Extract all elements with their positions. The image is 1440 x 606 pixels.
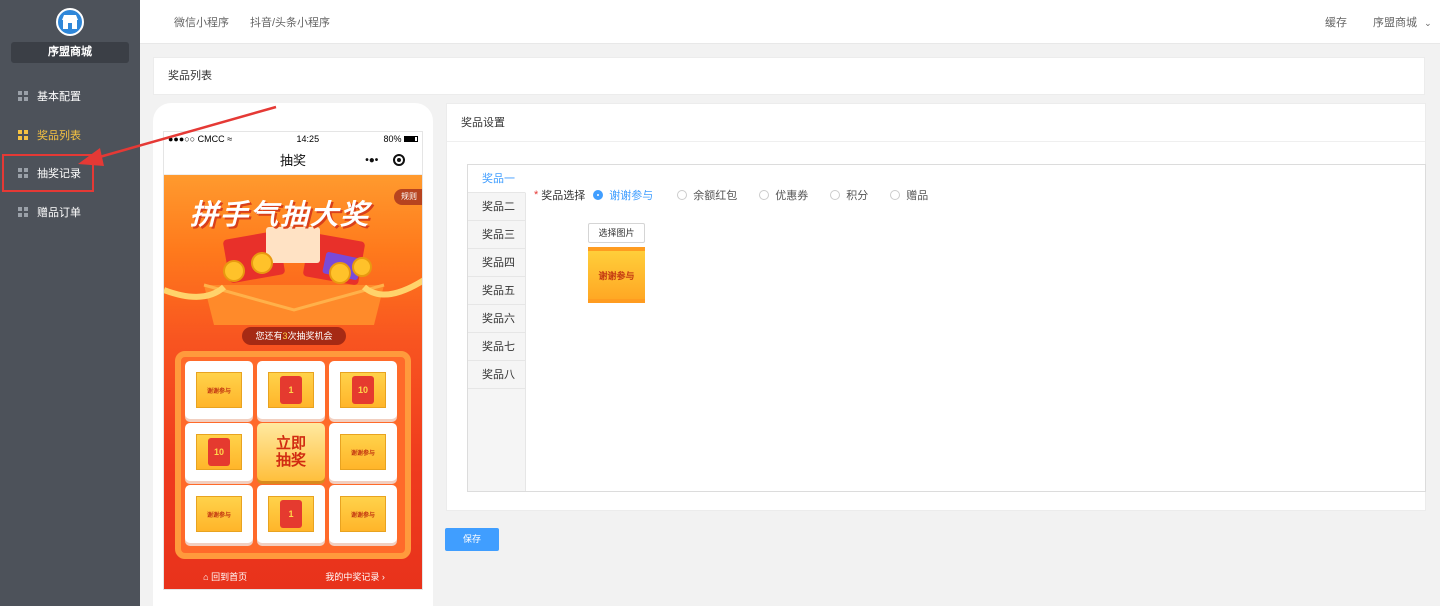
radio-coupon[interactable]: 优惠券 (759, 187, 808, 203)
lottery-grid: 谢谢参与 1 10 10 立即 抽奖 谢谢参与 谢谢参与 1 谢谢参与 (175, 351, 411, 559)
select-image-button[interactable]: 选择图片 (588, 223, 645, 243)
grid-icon (18, 168, 28, 178)
logo-area: 序盟商城 (0, 0, 140, 70)
chance-count: 您还有3次抽奖机会 (242, 327, 346, 345)
grid-icon (18, 206, 28, 217)
draw-now-button[interactable]: 立即 抽奖 (257, 423, 325, 481)
sidebar-menu: 基本配置 奖品列表 抽奖记录 赠品订单 (0, 76, 140, 231)
hero-title: 拼手气抽大奖 (190, 199, 371, 230)
radio-thanks[interactable]: 谢谢参与 (593, 187, 653, 203)
prize-thanks: 谢谢参与 (196, 372, 242, 408)
sidebar-item-draw-records[interactable]: 抽奖记录 (2, 154, 94, 192)
grid-icon (18, 129, 28, 140)
tab-prize-3[interactable]: 奖品三 (468, 221, 525, 249)
page-title: 奖品列表 (153, 57, 1425, 95)
grid-cell-redpack: 10 (185, 423, 253, 481)
tab-prize-2[interactable]: 奖品二 (468, 193, 525, 221)
prize-tabs: 奖品一 奖品二 奖品三 奖品四 奖品五 奖品六 奖品七 奖品八 (468, 165, 526, 491)
sidebar-item-label: 抽奖记录 (37, 168, 81, 180)
prize-redpack: 1 (268, 496, 314, 532)
prize-redpack: 1 (268, 372, 314, 408)
tab-wechat-miniprogram[interactable]: 微信小程序 (174, 14, 229, 30)
grid-cell-thanks: 谢谢参与 (185, 361, 253, 419)
radio-points[interactable]: 积分 (830, 187, 868, 203)
store-logo-icon (56, 8, 84, 36)
redpack-icon: 1 (280, 376, 302, 404)
grid-cell-redpack: 10 (329, 361, 397, 419)
chevron-down-icon: ⌄ (1424, 18, 1432, 28)
store-dropdown-label: 序盟商城 (1373, 17, 1417, 29)
field-label: 奖品选择 (541, 190, 586, 202)
redpack-icon: 10 (352, 376, 374, 404)
phone-nav-bar: 抽奖 •●• (164, 145, 422, 175)
tab-prize-8[interactable]: 奖品八 (468, 361, 525, 389)
save-button[interactable]: 保存 (445, 528, 499, 551)
phone-preview: ●●●○○ CMCC ≈ 14:25 80% 抽奖 •●• 拼手气抽大奖 规则 (163, 131, 423, 590)
sidebar-item-label: 奖品列表 (37, 129, 81, 142)
mini-program-capsule[interactable]: •●• (358, 150, 412, 170)
prize-tabs-area: 奖品一 奖品二 奖品三 奖品四 奖品五 奖品六 奖品七 奖品八 * 奖品选择 谢… (467, 164, 1426, 492)
prize-thanks: 谢谢参与 (340, 496, 386, 532)
sidebar-item-gift-orders[interactable]: 赠品订单 (0, 192, 140, 231)
store-dropdown[interactable]: 序盟商城 ⌄ (1373, 14, 1432, 30)
grid-cell-thanks: 谢谢参与 (329, 485, 397, 543)
radio-gift[interactable]: 赠品 (890, 187, 928, 203)
redpack-icon: 1 (280, 500, 302, 528)
my-records-link[interactable]: 我的中奖记录 › (325, 570, 385, 583)
lottery-hero: 拼手气抽大奖 规则 您还有3次抽奖机会 谢谢参与 1 10 10 立即 抽奖 谢谢… (164, 175, 422, 589)
sidebar-item-basic-config[interactable]: 基本配置 (0, 76, 140, 115)
sidebar-item-label: 基本配置 (37, 90, 81, 103)
chevron-right-icon: › (381, 571, 385, 582)
more-dots-icon[interactable]: •●• (365, 155, 378, 166)
tab-prize-6[interactable]: 奖品六 (468, 305, 525, 333)
sidebar-item-prize-list[interactable]: 奖品列表 (0, 115, 140, 154)
tab-prize-5[interactable]: 奖品五 (468, 277, 525, 305)
prize-settings-card: 奖品设置 奖品一 奖品二 奖品三 奖品四 奖品五 奖品六 奖品七 奖品八 * 奖… (446, 103, 1426, 511)
wifi-icon: ≈ (227, 133, 233, 144)
section-title: 奖品设置 (447, 104, 1425, 142)
phone-status-bar: ●●●○○ CMCC ≈ 14:25 80% (164, 132, 422, 145)
phone-footer: ⌂ 回到首页 我的中奖记录 › (164, 565, 422, 587)
phone-nav-title: 抽奖 (279, 153, 306, 168)
tab-douyin-miniprogram[interactable]: 抖音/头条小程序 (250, 14, 330, 30)
rule-button[interactable]: 规则 (394, 189, 422, 205)
battery: 80% (383, 134, 418, 144)
cache-button[interactable]: 缓存 (1325, 14, 1347, 30)
carrier: ●●●○○ CMCC ≈ (168, 133, 233, 144)
sidebar-item-label: 赠品订单 (37, 206, 81, 219)
tab-prize-7[interactable]: 奖品七 (468, 333, 525, 361)
prize-type-row: * 奖品选择 谢谢参与 余额红包 优惠券 积分 赠品 (534, 187, 928, 203)
prize-thanks: 谢谢参与 (340, 434, 386, 470)
redpack-icon: 10 (208, 438, 230, 466)
store-name: 序盟商城 (11, 42, 129, 63)
sidebar: 序盟商城 基本配置 奖品列表 抽奖记录 赠品订单 (0, 0, 140, 606)
prize-redpack: 10 (196, 434, 242, 470)
prize-thanks: 谢谢参与 (196, 496, 242, 532)
grid-icon (18, 90, 28, 101)
tab-prize-4[interactable]: 奖品四 (468, 249, 525, 277)
target-icon[interactable] (392, 154, 405, 166)
top-bar: 微信小程序 抖音/头条小程序 缓存 序盟商城 ⌄ (140, 0, 1440, 44)
battery-icon (404, 136, 418, 143)
prize-image-preview: 谢谢参与 (588, 247, 645, 303)
clock: 14:25 (296, 133, 320, 144)
grid-cell-thanks: 谢谢参与 (329, 423, 397, 481)
grid-cell-thanks: 谢谢参与 (185, 485, 253, 543)
prize-redpack: 10 (340, 372, 386, 408)
grid-cell-redpack: 1 (257, 361, 325, 419)
home-icon: ⌂ (203, 571, 209, 582)
home-link[interactable]: ⌂ 回到首页 (203, 570, 247, 583)
radio-balance-redpack[interactable]: 余额红包 (677, 187, 737, 203)
required-mark: * (534, 189, 539, 201)
tab-prize-1[interactable]: 奖品一 (468, 165, 526, 193)
grid-cell-redpack: 1 (257, 485, 325, 543)
